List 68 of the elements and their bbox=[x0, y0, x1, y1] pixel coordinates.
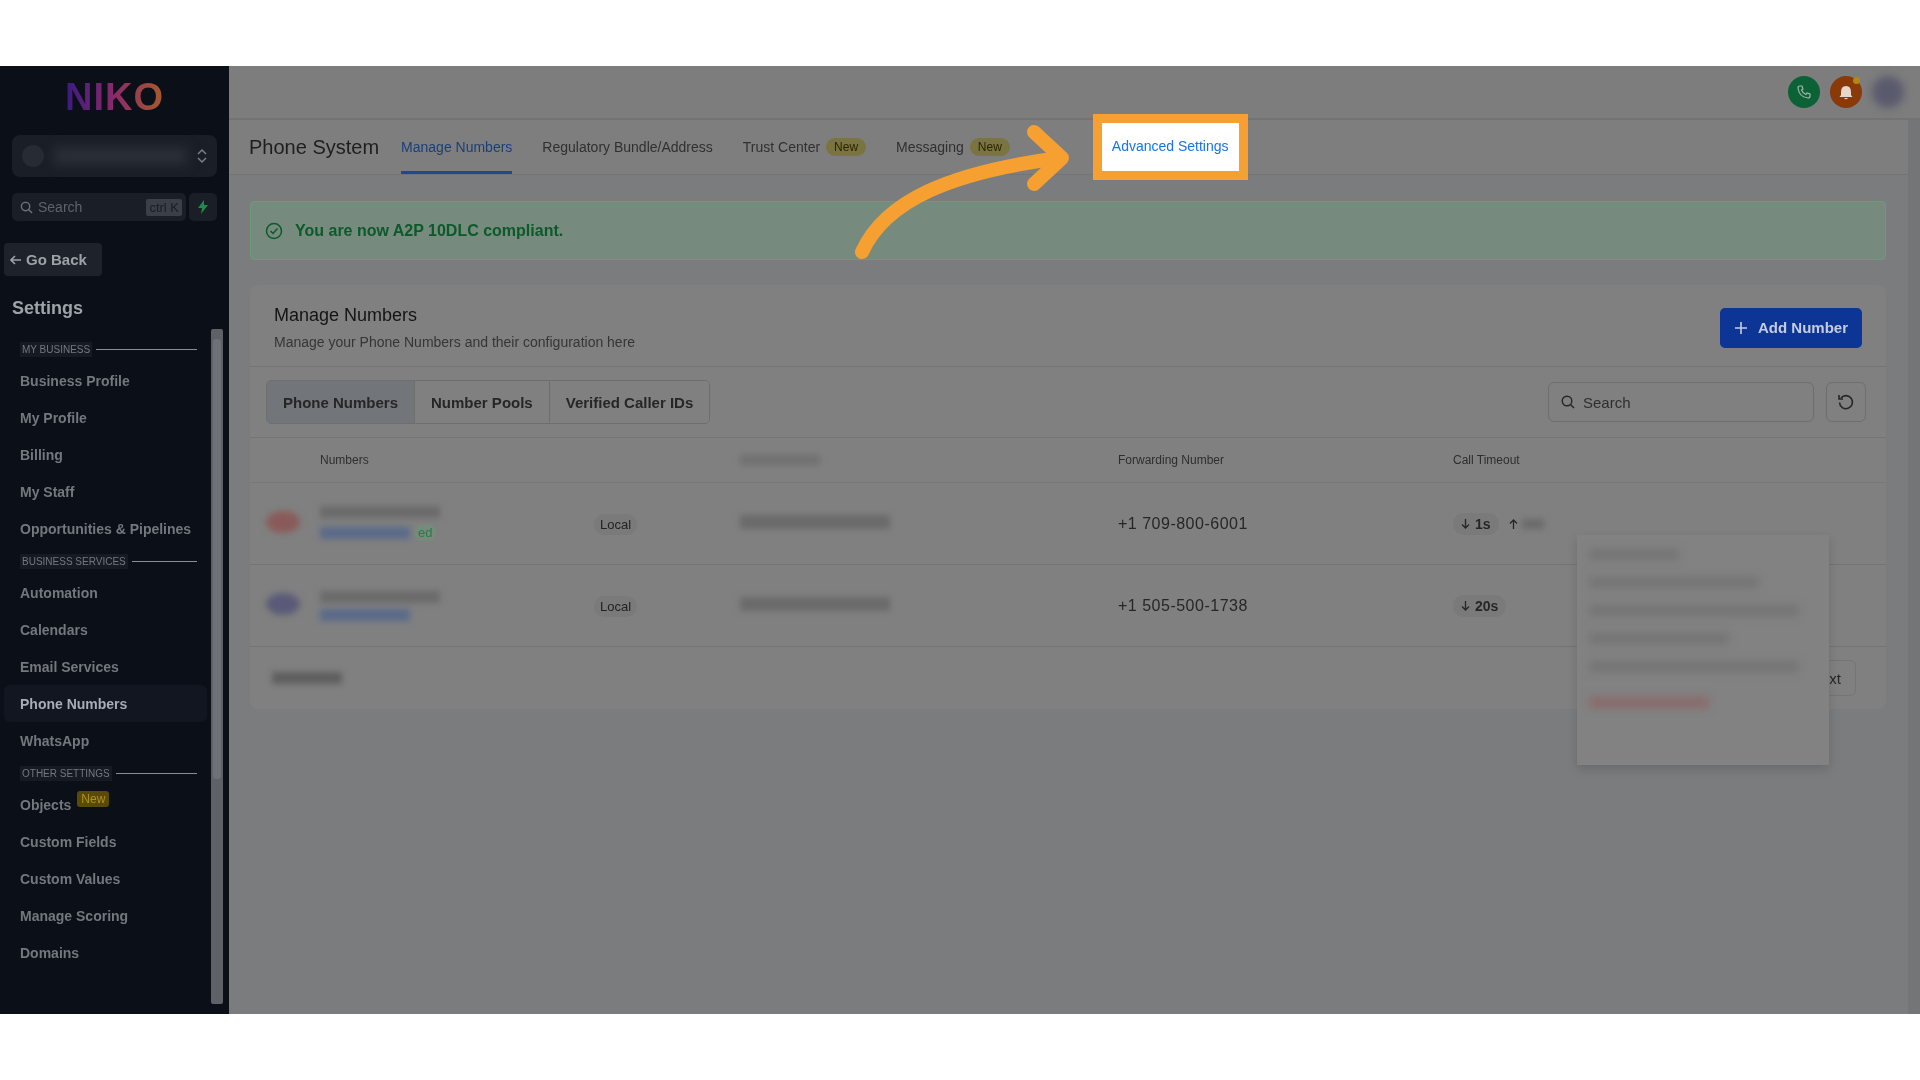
new-badge: New bbox=[969, 138, 1010, 156]
phone-button[interactable] bbox=[1788, 76, 1820, 108]
lightning-icon bbox=[198, 200, 208, 214]
sidebar-item[interactable]: Custom Fields bbox=[4, 823, 207, 860]
section-heading: BUSINESS SERVICES bbox=[20, 554, 128, 569]
column-header: Forwarding Number bbox=[1118, 453, 1226, 467]
plus-icon bbox=[1734, 320, 1748, 335]
scrollbar[interactable] bbox=[1908, 120, 1920, 1014]
search-icon bbox=[20, 201, 33, 214]
sidebar-item[interactable]: Objects New bbox=[4, 786, 207, 823]
new-badge: New bbox=[826, 138, 867, 156]
phone-icon bbox=[1797, 85, 1811, 99]
sidebar-item[interactable]: Domains bbox=[4, 934, 207, 971]
sidebar-item[interactable]: Business Profile bbox=[4, 362, 207, 399]
sidebar-item[interactable]: Email Services bbox=[4, 648, 207, 685]
search-field[interactable]: Search bbox=[1548, 382, 1814, 422]
sidebar-item[interactable]: Custom Values bbox=[4, 860, 207, 897]
tab[interactable]: Trust Center New bbox=[742, 120, 867, 174]
table-cell-text: +1 709-800-6001 bbox=[1118, 514, 1249, 533]
tab[interactable]: Messaging New bbox=[896, 120, 1010, 174]
status-badge: ed bbox=[414, 524, 437, 541]
new-badge: New bbox=[77, 790, 110, 807]
table-cell-text: +1 505-500-1738 bbox=[1118, 596, 1249, 615]
search-icon bbox=[1561, 395, 1575, 409]
section-heading: MY BUSINESS bbox=[20, 342, 93, 357]
type-badge: Local bbox=[594, 513, 638, 535]
card-title: Manage Numbers bbox=[274, 305, 419, 326]
tab[interactable]: Regulatory Bundle/Address bbox=[542, 120, 713, 174]
card-subtitle: Manage your Phone Numbers and their configuration here bbox=[274, 334, 636, 350]
page-title: Phone System bbox=[249, 135, 380, 159]
timeout-badge: 20s bbox=[1453, 594, 1507, 617]
avatar[interactable] bbox=[1872, 76, 1904, 108]
scrollbar[interactable] bbox=[211, 329, 223, 1004]
timeout-badge: 1s bbox=[1453, 512, 1499, 535]
check-circle-icon bbox=[265, 221, 283, 240]
sidebar-item[interactable]: Opportunities & Pipelines bbox=[4, 510, 207, 547]
arrow-down-icon bbox=[1461, 518, 1470, 529]
sidebar-item[interactable]: My Profile bbox=[4, 399, 207, 436]
bell-icon bbox=[1839, 84, 1853, 100]
column-header: Numbers bbox=[320, 453, 370, 467]
tab[interactable]: Manage Numbers bbox=[401, 120, 513, 174]
arrow-up-icon bbox=[1508, 518, 1518, 529]
blurred-placeholder bbox=[272, 672, 342, 684]
segment-tab[interactable]: Phone Numbers bbox=[267, 381, 416, 423]
refresh-button[interactable] bbox=[1826, 382, 1866, 422]
column-header: Call Timeout bbox=[1453, 453, 1521, 467]
sidebar-item[interactable]: Manage Scoring bbox=[4, 897, 207, 934]
sidebar-item[interactable]: Automation bbox=[4, 574, 207, 611]
alert-message: You are now A2P 10DLC compliant. bbox=[295, 221, 564, 240]
type-badge: Local bbox=[594, 595, 638, 617]
notification-dot bbox=[1853, 77, 1860, 84]
sidebar-item[interactable]: Calendars bbox=[4, 611, 207, 648]
sidebar-item[interactable]: Phone Numbers bbox=[4, 685, 207, 722]
sidebar-item[interactable]: Billing bbox=[4, 436, 207, 473]
add-number-button[interactable]: Add Number bbox=[1720, 307, 1862, 348]
sidebar-title: Settings bbox=[12, 298, 84, 319]
section-heading: OTHER SETTINGS bbox=[20, 766, 112, 781]
quick-action-button[interactable] bbox=[189, 193, 217, 221]
blurred-placeholder bbox=[266, 510, 300, 533]
notifications-button[interactable] bbox=[1830, 76, 1862, 108]
sidebar-item[interactable]: WhatsApp bbox=[4, 722, 207, 759]
arrow-left-icon bbox=[10, 254, 22, 265]
arrow-down-icon bbox=[1461, 600, 1470, 611]
refresh-icon bbox=[1837, 393, 1855, 411]
blurred-placeholder bbox=[266, 592, 300, 615]
sidebar-item[interactable]: My Staff bbox=[4, 473, 207, 510]
go-back-button[interactable]: Go Back bbox=[4, 243, 102, 276]
chevron-up-down-icon bbox=[197, 148, 207, 164]
